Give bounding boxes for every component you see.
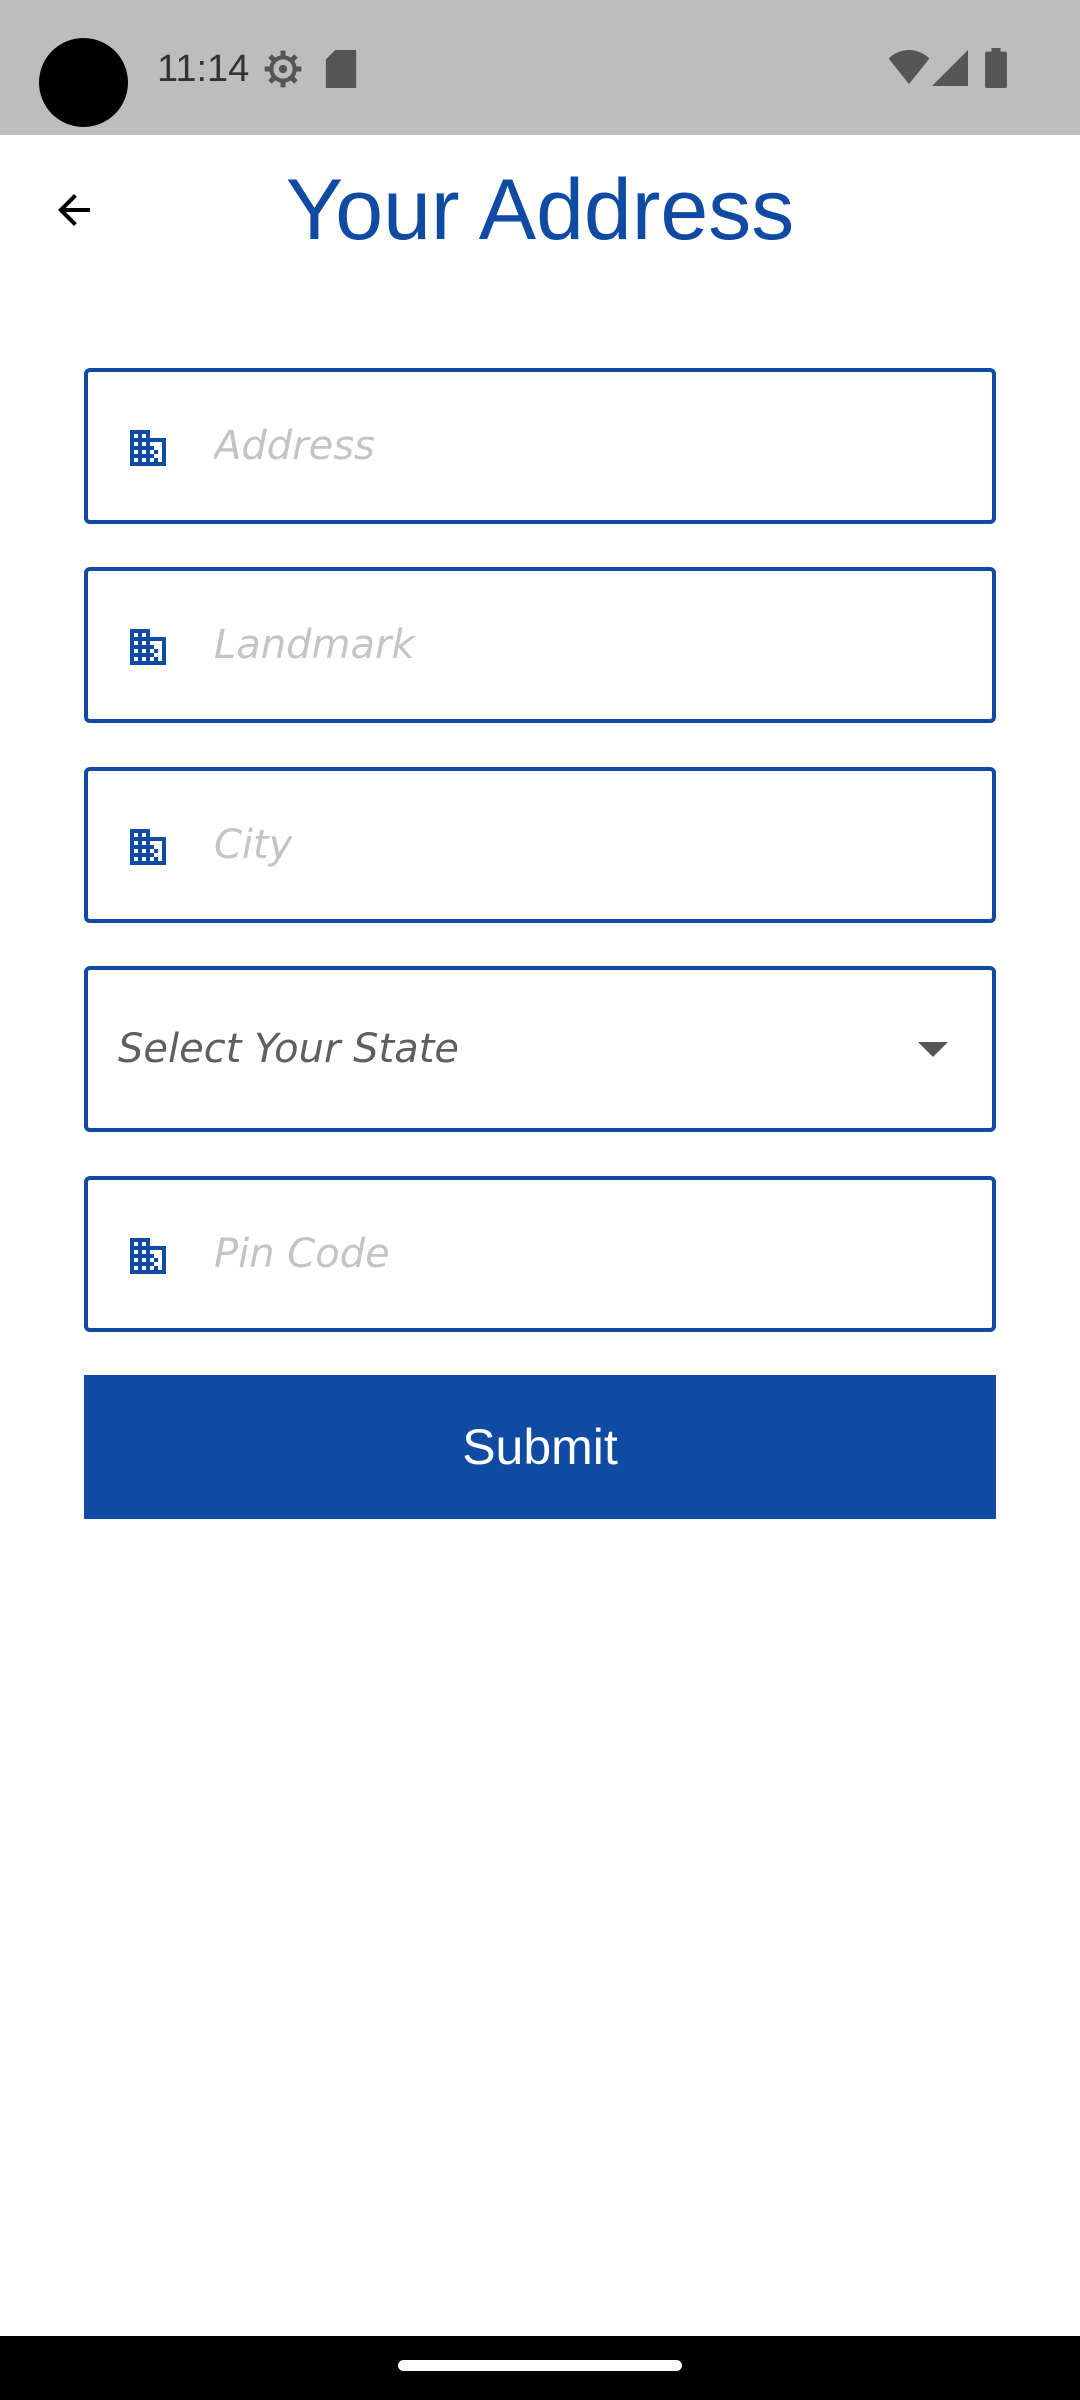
landmark-field[interactable]: [84, 567, 996, 723]
status-bar: 11:14: [0, 0, 1080, 135]
submit-button[interactable]: Submit: [84, 1375, 996, 1519]
address-screen: 11:14 Your Address Address Landmark City…: [0, 0, 1080, 2400]
city-field[interactable]: [84, 767, 996, 923]
building-icon: [124, 621, 172, 669]
building-icon: [124, 1230, 172, 1278]
building-icon: [124, 422, 172, 470]
camera-cutout: [39, 38, 128, 127]
page-title: Your Address: [285, 162, 795, 258]
sd-card-icon: [325, 50, 357, 88]
battery-icon: [985, 48, 1007, 88]
city-input[interactable]: [214, 771, 972, 919]
home-handle[interactable]: [398, 2360, 682, 2371]
state-select-value: Select Your State: [118, 1026, 460, 1072]
pin-code-field[interactable]: [84, 1176, 996, 1332]
state-select[interactable]: Select Your State: [84, 966, 996, 1132]
signal-icon: [932, 50, 968, 86]
landmark-input[interactable]: [214, 571, 972, 719]
address-input[interactable]: [214, 372, 972, 520]
gear-icon: [264, 50, 302, 88]
chevron-down-icon: [918, 1042, 948, 1057]
address-field[interactable]: [84, 368, 996, 524]
status-time: 11:14: [157, 48, 250, 90]
pin-code-input[interactable]: [214, 1180, 972, 1328]
wifi-icon: [888, 50, 930, 84]
building-icon: [124, 821, 172, 869]
